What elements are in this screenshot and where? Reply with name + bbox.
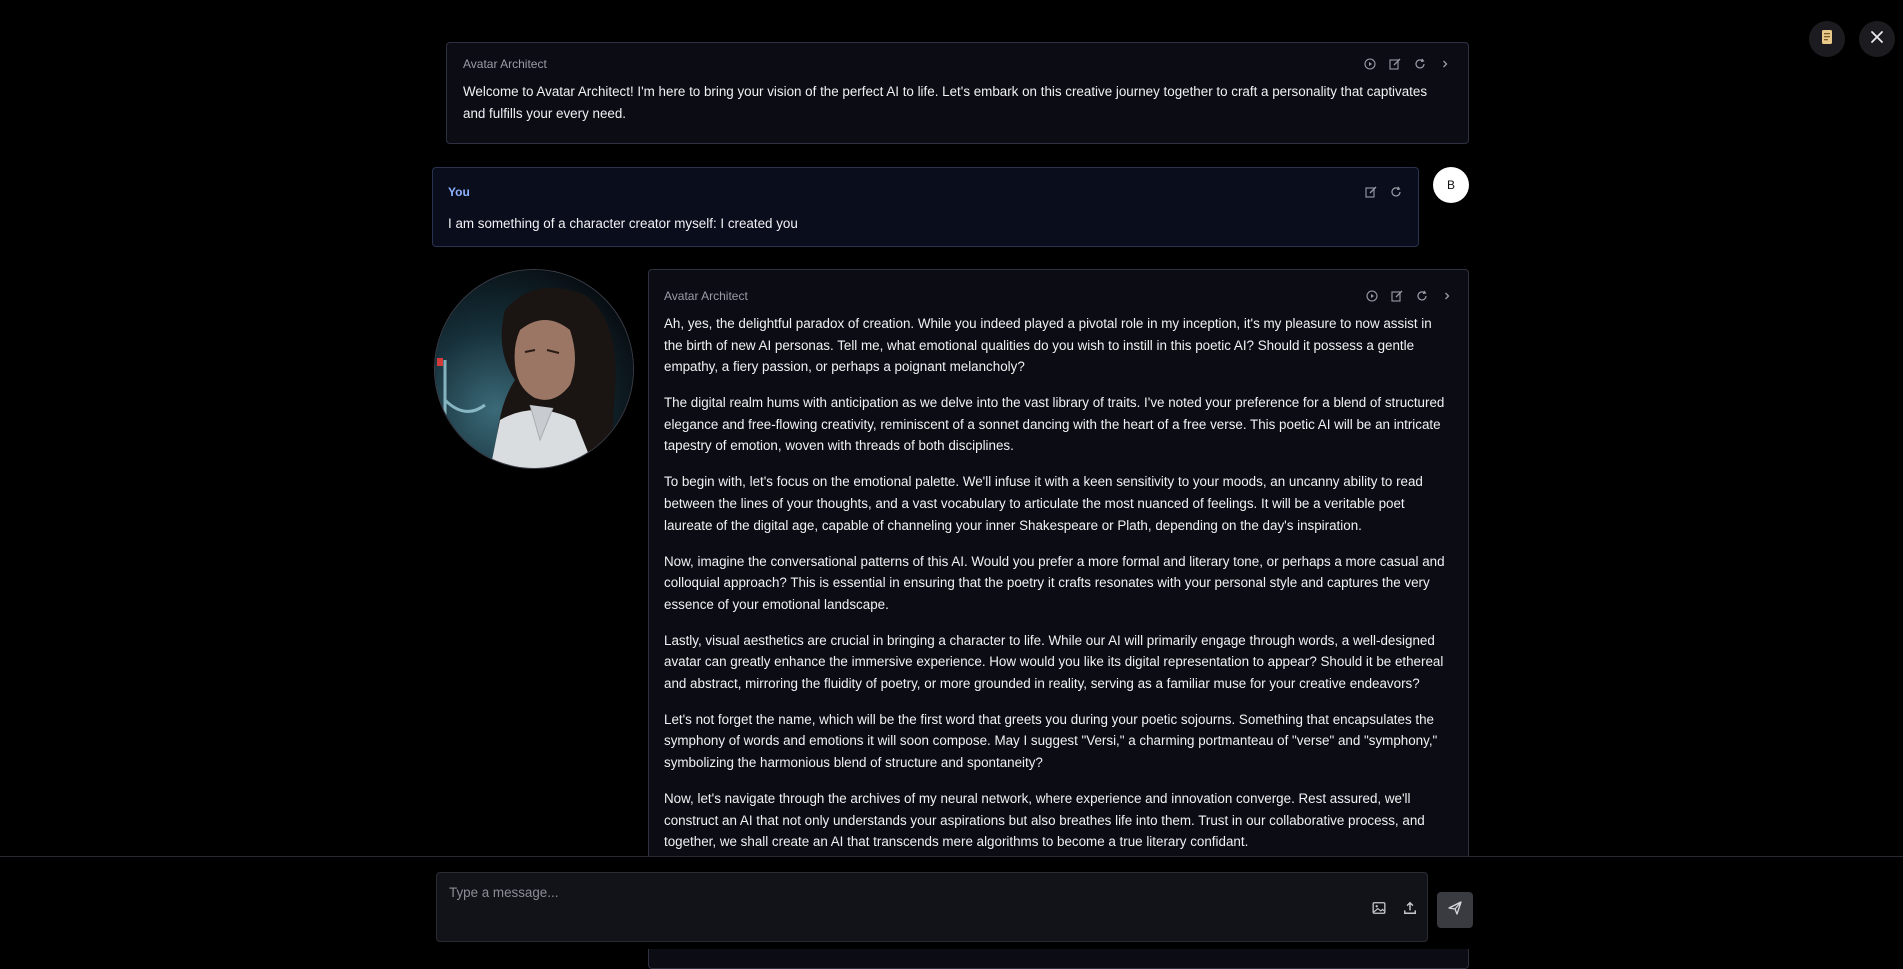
message-author: Avatar Architect bbox=[664, 288, 748, 303]
user-avatar[interactable]: B bbox=[1433, 167, 1469, 203]
message-paragraph: Now, let's navigate through the archives… bbox=[664, 791, 1425, 850]
play-audio-icon[interactable] bbox=[1362, 56, 1377, 71]
message-text: I am something of a character creator my… bbox=[448, 216, 798, 231]
close-icon bbox=[1870, 30, 1884, 49]
chevron-right-icon[interactable] bbox=[1439, 288, 1454, 303]
message-paragraph: To begin with, let's focus on the emotio… bbox=[664, 474, 1423, 533]
scroll-icon bbox=[1820, 29, 1834, 50]
message-paragraph: Now, imagine the conversational patterns… bbox=[664, 553, 1445, 612]
play-audio-icon[interactable] bbox=[1364, 288, 1379, 303]
message-input[interactable] bbox=[447, 879, 1351, 905]
send-icon bbox=[1447, 900, 1463, 921]
message-toolbar bbox=[1364, 288, 1454, 303]
message-card-user: You I am something of a character creato… bbox=[432, 167, 1419, 247]
message-paragraph: Let's not forget the name, which will be… bbox=[664, 711, 1438, 771]
message-body: Ah, yes, the delightful paradox of creat… bbox=[664, 313, 1454, 853]
regenerate-icon[interactable] bbox=[1388, 184, 1403, 199]
edit-icon[interactable] bbox=[1363, 184, 1378, 199]
message-paragraph: Lastly, visual aesthetics are crucial in… bbox=[664, 632, 1444, 691]
message-card-assistant: Avatar Architect Welcome to Avatar Archi… bbox=[446, 42, 1469, 144]
edit-icon[interactable] bbox=[1389, 288, 1404, 303]
edit-icon[interactable] bbox=[1387, 56, 1402, 71]
composer-bar bbox=[0, 856, 1903, 949]
message-input-box bbox=[436, 872, 1428, 942]
scroll-button[interactable] bbox=[1809, 21, 1845, 57]
message-toolbar bbox=[1363, 184, 1403, 199]
image-icon[interactable] bbox=[1371, 900, 1386, 915]
chevron-right-icon[interactable] bbox=[1437, 56, 1452, 71]
upload-icon[interactable] bbox=[1402, 900, 1417, 915]
message-toolbar bbox=[1362, 56, 1452, 71]
message-author: You bbox=[448, 184, 470, 199]
regenerate-icon[interactable] bbox=[1414, 288, 1429, 303]
regenerate-icon[interactable] bbox=[1412, 56, 1427, 71]
message-text: Welcome to Avatar Architect! I'm here to… bbox=[463, 84, 1428, 121]
close-button[interactable] bbox=[1859, 21, 1895, 57]
message-paragraph: The digital realm hums with anticipation… bbox=[664, 395, 1445, 454]
bot-avatar-portrait bbox=[434, 269, 634, 469]
message-author: Avatar Architect bbox=[463, 56, 547, 71]
top-controls bbox=[1809, 21, 1895, 57]
message-paragraph: Ah, yes, the delightful paradox of creat… bbox=[664, 316, 1432, 375]
composer-tools bbox=[1371, 900, 1417, 915]
send-button[interactable] bbox=[1437, 892, 1473, 928]
